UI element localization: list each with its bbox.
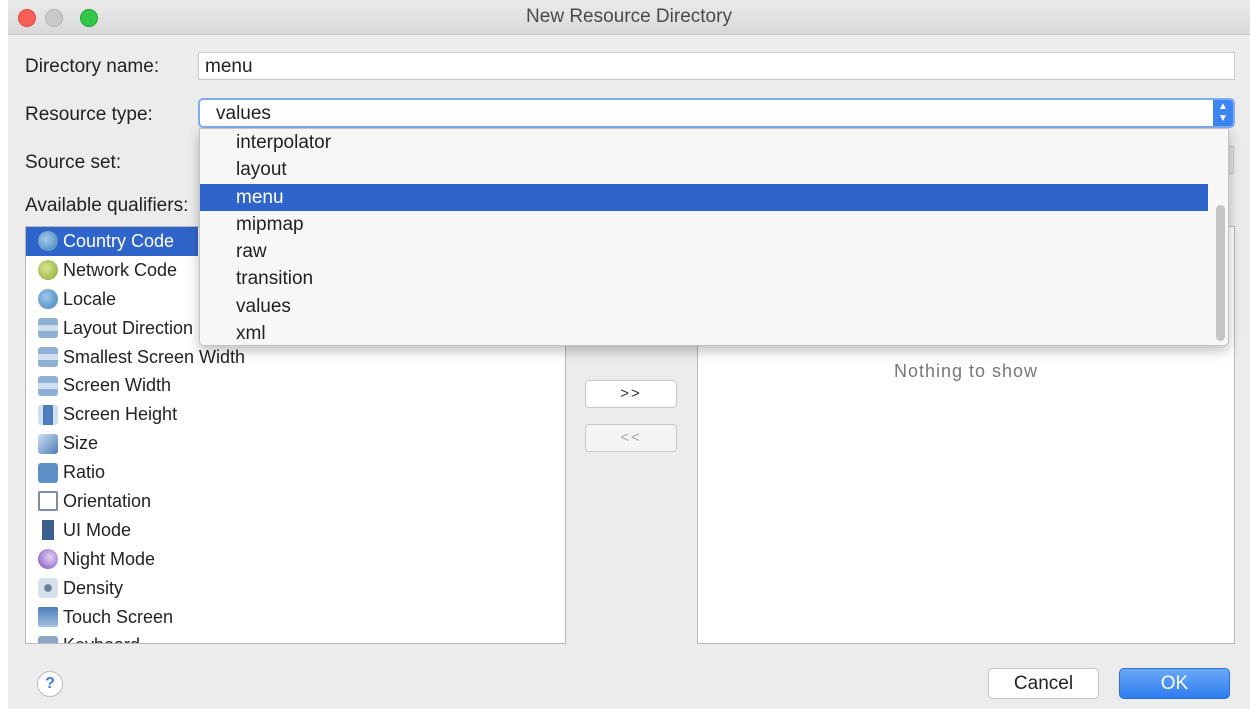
list-item-label: Network Code: [63, 259, 178, 280]
qualifier-density[interactable]: Density: [26, 574, 565, 603]
list-item-label: Layout Direction: [63, 317, 194, 338]
qualifier-screen-height[interactable]: Screen Height: [26, 400, 565, 429]
window-title: New Resource Directory: [526, 6, 732, 27]
list-item-label: Screen Width: [63, 375, 172, 396]
orientation-icon: [38, 491, 58, 512]
list-item-label: Orientation: [63, 490, 152, 511]
add-qualifier-button[interactable]: >>: [585, 380, 677, 408]
list-item-label: Size: [63, 433, 99, 454]
qualifier-keyboard[interactable]: Keyboard: [26, 631, 565, 643]
source-set-label: Source set:: [25, 152, 122, 173]
option-layout[interactable]: layout: [200, 156, 1208, 183]
help-button[interactable]: ?: [37, 671, 63, 697]
network-icon: [38, 260, 58, 281]
qualifier-ratio[interactable]: Ratio: [26, 458, 565, 487]
directory-name-field[interactable]: menu: [198, 52, 1235, 80]
option-raw[interactable]: raw: [200, 238, 1208, 265]
qualifier-night-mode[interactable]: Night Mode: [26, 545, 565, 574]
qualifier-country-code[interactable]: Country Code: [26, 227, 198, 256]
night-mode-icon: [38, 549, 58, 570]
directory-name-label: Directory name:: [25, 56, 160, 77]
qualifier-smallest-screen-width[interactable]: Smallest Screen Width: [26, 343, 565, 372]
touch-screen-icon: [38, 607, 58, 628]
cancel-button[interactable]: Cancel: [988, 668, 1099, 699]
list-item-label: Smallest Screen Width: [63, 346, 246, 367]
list-item-label: Screen Height: [63, 404, 178, 425]
density-icon: [38, 578, 58, 599]
resource-type-select[interactable]: values ▲ ▼: [198, 98, 1235, 128]
qualifier-ui-mode[interactable]: UI Mode: [26, 516, 565, 545]
screen-width-icon: [38, 375, 58, 396]
qualifier-size[interactable]: Size: [26, 429, 565, 458]
option-mipmap[interactable]: mipmap: [200, 211, 1208, 238]
list-item-label: Density: [63, 577, 124, 598]
option-values[interactable]: values: [200, 293, 1208, 320]
ratio-icon: [38, 462, 58, 483]
ui-mode-icon: [38, 520, 58, 541]
smallest-width-icon: [38, 347, 58, 367]
empty-state-text: Nothing to show: [893, 361, 1039, 381]
layout-direction-icon: [38, 318, 58, 339]
keyboard-icon: [38, 635, 58, 643]
dialog-window: New Resource Directory Directory name: m…: [8, 0, 1250, 709]
remove-qualifier-button[interactable]: <<: [585, 424, 677, 452]
option-transition[interactable]: transition: [200, 265, 1208, 292]
resource-type-label: Resource type:: [25, 104, 153, 125]
globe-icon: [38, 231, 58, 252]
option-menu[interactable]: menu: [200, 183, 1208, 211]
dropdown-scrollbar[interactable]: [1216, 205, 1225, 341]
list-item-label: Ratio: [63, 462, 106, 483]
list-item-label: Locale: [63, 288, 117, 309]
list-item-label: UI Mode: [63, 519, 132, 540]
chevron-updown-icon[interactable]: ▲ ▼: [1213, 100, 1233, 126]
list-item-label: Touch Screen: [63, 606, 174, 627]
qualifier-touch-screen[interactable]: Touch Screen: [26, 603, 565, 632]
title-bar: New Resource Directory: [8, 0, 1250, 35]
size-icon: [38, 433, 58, 454]
available-qualifiers-label: Available qualifiers:: [25, 195, 189, 216]
qualifier-screen-width[interactable]: Screen Width: [26, 371, 565, 400]
list-item-label: Night Mode: [63, 548, 156, 569]
list-item-label: Country Code: [63, 230, 175, 251]
option-interpolator[interactable]: interpolator: [200, 129, 1208, 156]
screen-height-icon: [38, 404, 58, 425]
qualifier-orientation[interactable]: Orientation: [26, 487, 565, 516]
list-item-label: Keyboard: [63, 635, 140, 643]
ok-button[interactable]: OK: [1119, 668, 1230, 699]
resource-type-value: values: [216, 103, 271, 124]
resource-type-dropdown[interactable]: interpolator layout menu mipmap raw tran…: [199, 128, 1229, 346]
option-xml[interactable]: xml: [200, 320, 1208, 345]
globe-icon: [38, 289, 58, 310]
